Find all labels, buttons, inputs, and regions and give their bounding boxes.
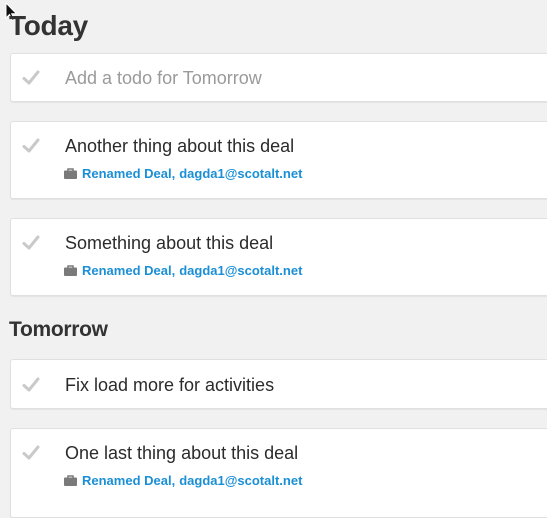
- add-todo-input[interactable]: Add a todo for Tomorrow: [65, 68, 262, 89]
- todo-item[interactable]: One last thing about this deal Renamed D…: [10, 428, 547, 518]
- briefcase-icon: [64, 168, 77, 179]
- deal-link[interactable]: Renamed Deal: [82, 166, 172, 181]
- todo-item[interactable]: Something about this deal Renamed Deal, d…: [10, 218, 547, 296]
- checkmark-icon: [22, 70, 40, 85]
- todo-meta: Renamed Deal, dagda1@scotalt.net: [64, 166, 302, 181]
- deal-link[interactable]: Renamed Deal: [82, 263, 172, 278]
- meta-separator: ,: [171, 263, 176, 278]
- todo-item[interactable]: Fix load more for activities: [10, 359, 547, 409]
- deal-link[interactable]: Renamed Deal: [82, 473, 172, 488]
- todo-meta: Renamed Deal, dagda1@scotalt.net: [64, 263, 302, 278]
- contact-link[interactable]: dagda1@scotalt.net: [179, 473, 302, 488]
- add-todo-card[interactable]: Add a todo for Tomorrow: [10, 53, 547, 102]
- contact-link[interactable]: dagda1@scotalt.net: [179, 166, 302, 181]
- todo-item[interactable]: Another thing about this deal Renamed De…: [10, 121, 547, 199]
- briefcase-icon: [64, 265, 77, 276]
- meta-separator: ,: [171, 166, 176, 181]
- todo-text: One last thing about this deal: [65, 443, 299, 463]
- todo-text: Another thing about this deal: [65, 136, 295, 156]
- todo-text: Fix load more for activities: [65, 375, 275, 395]
- todo-meta: Renamed Deal, dagda1@scotalt.net: [64, 473, 302, 488]
- meta-separator: ,: [171, 473, 176, 488]
- checkmark-icon[interactable]: [21, 443, 41, 463]
- section-title-today: Today: [9, 10, 88, 41]
- todo-text: Something about this deal: [65, 233, 274, 253]
- section-title-tomorrow: Tomorrow: [9, 318, 108, 341]
- briefcase-icon: [64, 475, 77, 486]
- checkmark-icon[interactable]: [21, 375, 41, 395]
- contact-link[interactable]: dagda1@scotalt.net: [179, 263, 302, 278]
- checkmark-icon[interactable]: [21, 136, 41, 156]
- checkmark-icon[interactable]: [21, 233, 41, 253]
